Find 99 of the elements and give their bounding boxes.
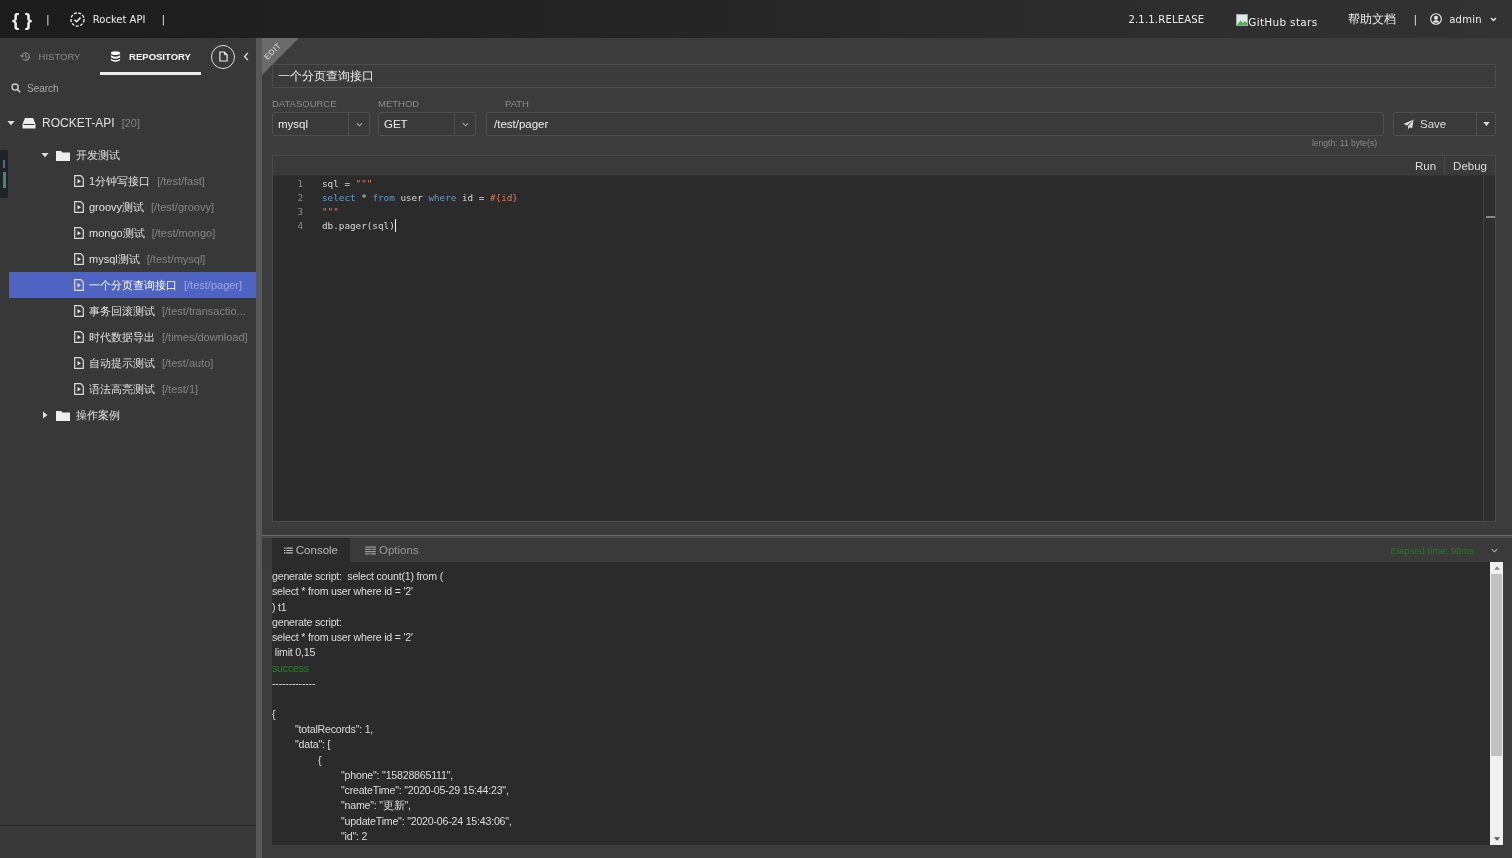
console-line: select * from user where id = '2': [272, 584, 413, 600]
caret-icon[interactable]: [41, 411, 49, 419]
line-number: 4: [296, 219, 303, 231]
toolbar-button[interactable]: Run: [1407, 156, 1445, 175]
tree-item[interactable]: 语法高亮测试 [/test/1]: [9, 376, 256, 402]
console-line: {: [317, 752, 322, 768]
tree-item[interactable]: groovy测试 [/test/groovy]: [9, 194, 256, 220]
console-line: -------------: [272, 676, 316, 692]
file-play-icon: [74, 253, 84, 265]
paper-plane-icon: [1403, 118, 1414, 130]
editor-scrollbar[interactable]: [1483, 176, 1495, 521]
console-line: select * from user where id = '2': [272, 630, 413, 646]
console-line: "phone": "15828865111",: [340, 767, 453, 783]
select-field[interactable]: mysql: [272, 112, 370, 136]
console-line: ) t1: [272, 599, 287, 615]
tree-item[interactable]: 操作案例: [9, 402, 256, 428]
console-tab[interactable]: Options: [353, 538, 431, 562]
chevron-down-icon: [1490, 547, 1498, 553]
options-icon: [365, 545, 376, 555]
separator: |: [161, 12, 166, 26]
code-line: sql = """: [322, 177, 373, 189]
console-line: "updateTime": "2020-06-24 15:43:06",: [340, 813, 512, 829]
line-number: 3: [296, 205, 303, 217]
sidebar-tab[interactable]: HISTORY: [0, 38, 100, 75]
field-label: PATH: [505, 98, 529, 110]
check-circle-icon: [69, 11, 85, 27]
code-line: """: [322, 205, 339, 217]
broken-image-icon: [1236, 13, 1249, 26]
console-line: {: [272, 706, 276, 722]
line-number: 1: [296, 177, 303, 189]
chevron-left-icon[interactable]: [243, 52, 249, 61]
github-stars-link[interactable]: GitHub stars: [1248, 15, 1318, 28]
console-scrollbar[interactable]: [1490, 562, 1503, 845]
console-line: limit 0,15: [273, 645, 316, 661]
tree-item[interactable]: ROCKET-API [20]: [0, 110, 256, 136]
drive-icon: [22, 117, 36, 129]
length-note: length: 11 byte(s): [1311, 137, 1377, 149]
logo: { }: [12, 9, 33, 29]
caret-icon[interactable]: [41, 151, 49, 159]
console-tab[interactable]: Console: [272, 538, 350, 562]
console-line: generate script:: [272, 614, 342, 630]
field-label: DATASOURCE: [272, 98, 337, 110]
line-number: 2: [296, 191, 303, 203]
separator: |: [1413, 12, 1418, 26]
file-play-icon: [74, 227, 84, 239]
tree-item[interactable]: 时代数据导出 [/times/download]: [9, 324, 256, 350]
tree-item[interactable]: 自动提示测试 [/test/auto]: [9, 350, 256, 376]
version-label: 2.1.1.RELEASE: [1128, 13, 1205, 25]
file-icon: [218, 51, 228, 62]
folder-icon: [56, 149, 70, 161]
history-icon: [19, 51, 31, 62]
field-label: METHOD: [378, 98, 420, 110]
name-field[interactable]: 一个分页查询接口: [272, 64, 1496, 88]
tree-item[interactable]: mysql测试 [/test/mysql]: [9, 246, 256, 272]
caret-icon[interactable]: [7, 119, 15, 127]
file-play-icon: [74, 305, 84, 317]
file-play-icon: [74, 175, 84, 187]
search-icon: [11, 83, 21, 93]
chevron-down-icon: [355, 121, 363, 127]
path-field[interactable]: /test/pager: [486, 112, 1384, 136]
elapsed-time: Elapsed time: 98ms: [1390, 544, 1474, 556]
file-play-icon: [74, 331, 84, 343]
file-play-icon: [74, 201, 84, 213]
console-line: generate script: select count(1) from (: [272, 569, 443, 584]
console-line: "totalRecords": 1,: [294, 721, 374, 737]
user-menu[interactable]: admin: [1430, 13, 1497, 25]
search-field[interactable]: Search: [27, 82, 147, 94]
tree-item[interactable]: 事务回滚测试 [/test/transactio...: [9, 298, 256, 324]
help-docs-link[interactable]: 帮助文档: [1348, 11, 1397, 27]
file-play-icon: [74, 383, 84, 395]
side-handle-icon: [0, 150, 8, 198]
sidebar-tab[interactable]: REPOSITORY: [100, 38, 201, 75]
tree-item[interactable]: 1分钟写接口 [/test/fast]: [9, 168, 256, 194]
folder-icon: [56, 409, 70, 421]
tree-item[interactable]: mongo测试 [/test/mongo]: [9, 220, 256, 246]
scroll-up-icon[interactable]: [1493, 566, 1500, 570]
tree-item[interactable]: 一个分页查询接口 [/test/pager]: [9, 272, 256, 298]
code-line: db.pager(sql): [322, 219, 395, 231]
console-line: "name": "更新",: [340, 798, 411, 814]
console-line: success: [272, 660, 309, 676]
code-line: select * from user where id = #{id}: [322, 191, 518, 203]
database-icon: [110, 51, 122, 62]
chevron-down-icon: [461, 121, 469, 127]
console-line: "createTime": "2020-05-29 15:44:23",: [340, 783, 509, 799]
tree-item[interactable]: 开发测试: [9, 142, 256, 168]
console-line: "data": [: [294, 737, 331, 753]
scroll-down-icon[interactable]: [1493, 837, 1500, 841]
save-menu-button[interactable]: [1476, 113, 1495, 135]
chevron-down-icon: [1490, 16, 1497, 22]
file-play-icon: [74, 279, 84, 291]
separator: |: [46, 12, 50, 26]
caret-down-icon: [1482, 122, 1490, 126]
file-play-icon: [74, 357, 84, 369]
select-field[interactable]: GET: [378, 112, 476, 136]
console-line: "id": 2: [340, 829, 368, 845]
app-name: Rocket API: [92, 13, 146, 25]
user-circle-icon: [1430, 13, 1443, 25]
toolbar-button[interactable]: Debug: [1444, 156, 1495, 175]
list-icon: [284, 545, 293, 555]
